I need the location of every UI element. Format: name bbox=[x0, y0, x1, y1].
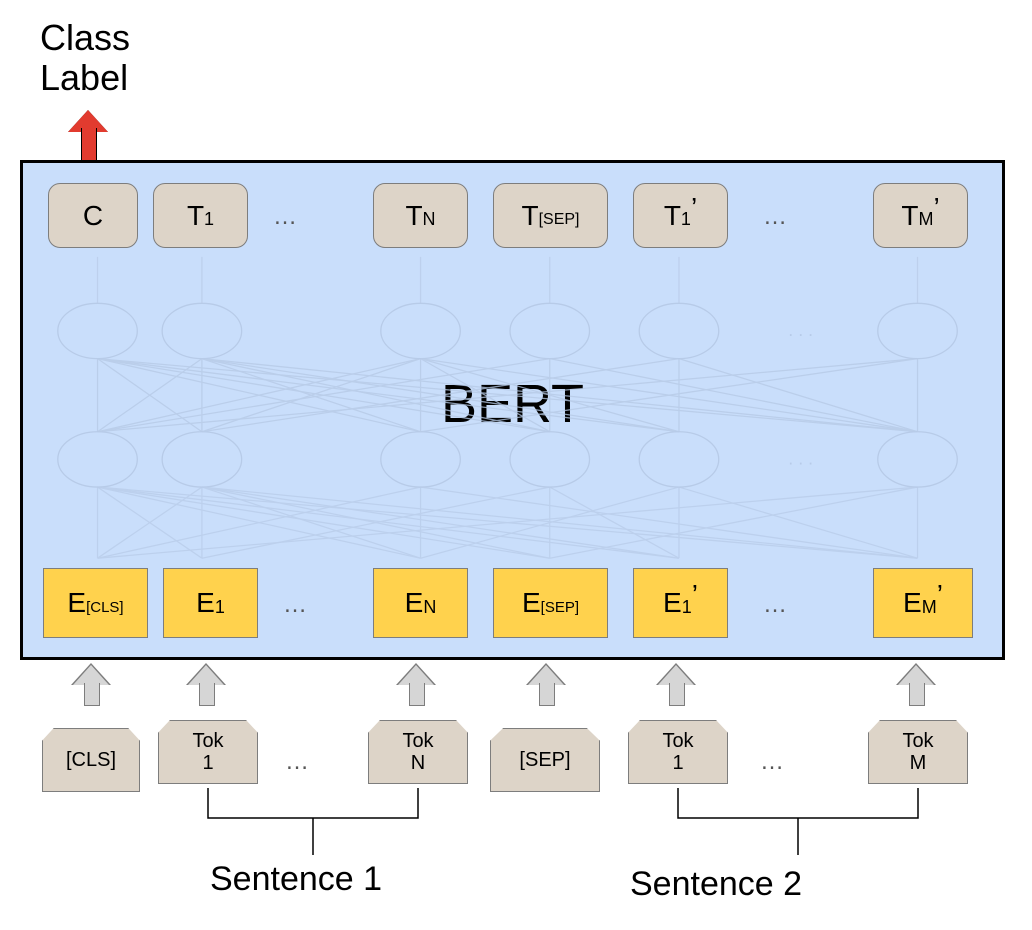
sentence-2-label: Sentence 2 bbox=[630, 865, 802, 904]
sentence-1-label: Sentence 1 bbox=[210, 860, 382, 899]
sentence-brackets bbox=[0, 0, 1032, 930]
diagram-root: Class Label BERT bbox=[0, 0, 1032, 930]
